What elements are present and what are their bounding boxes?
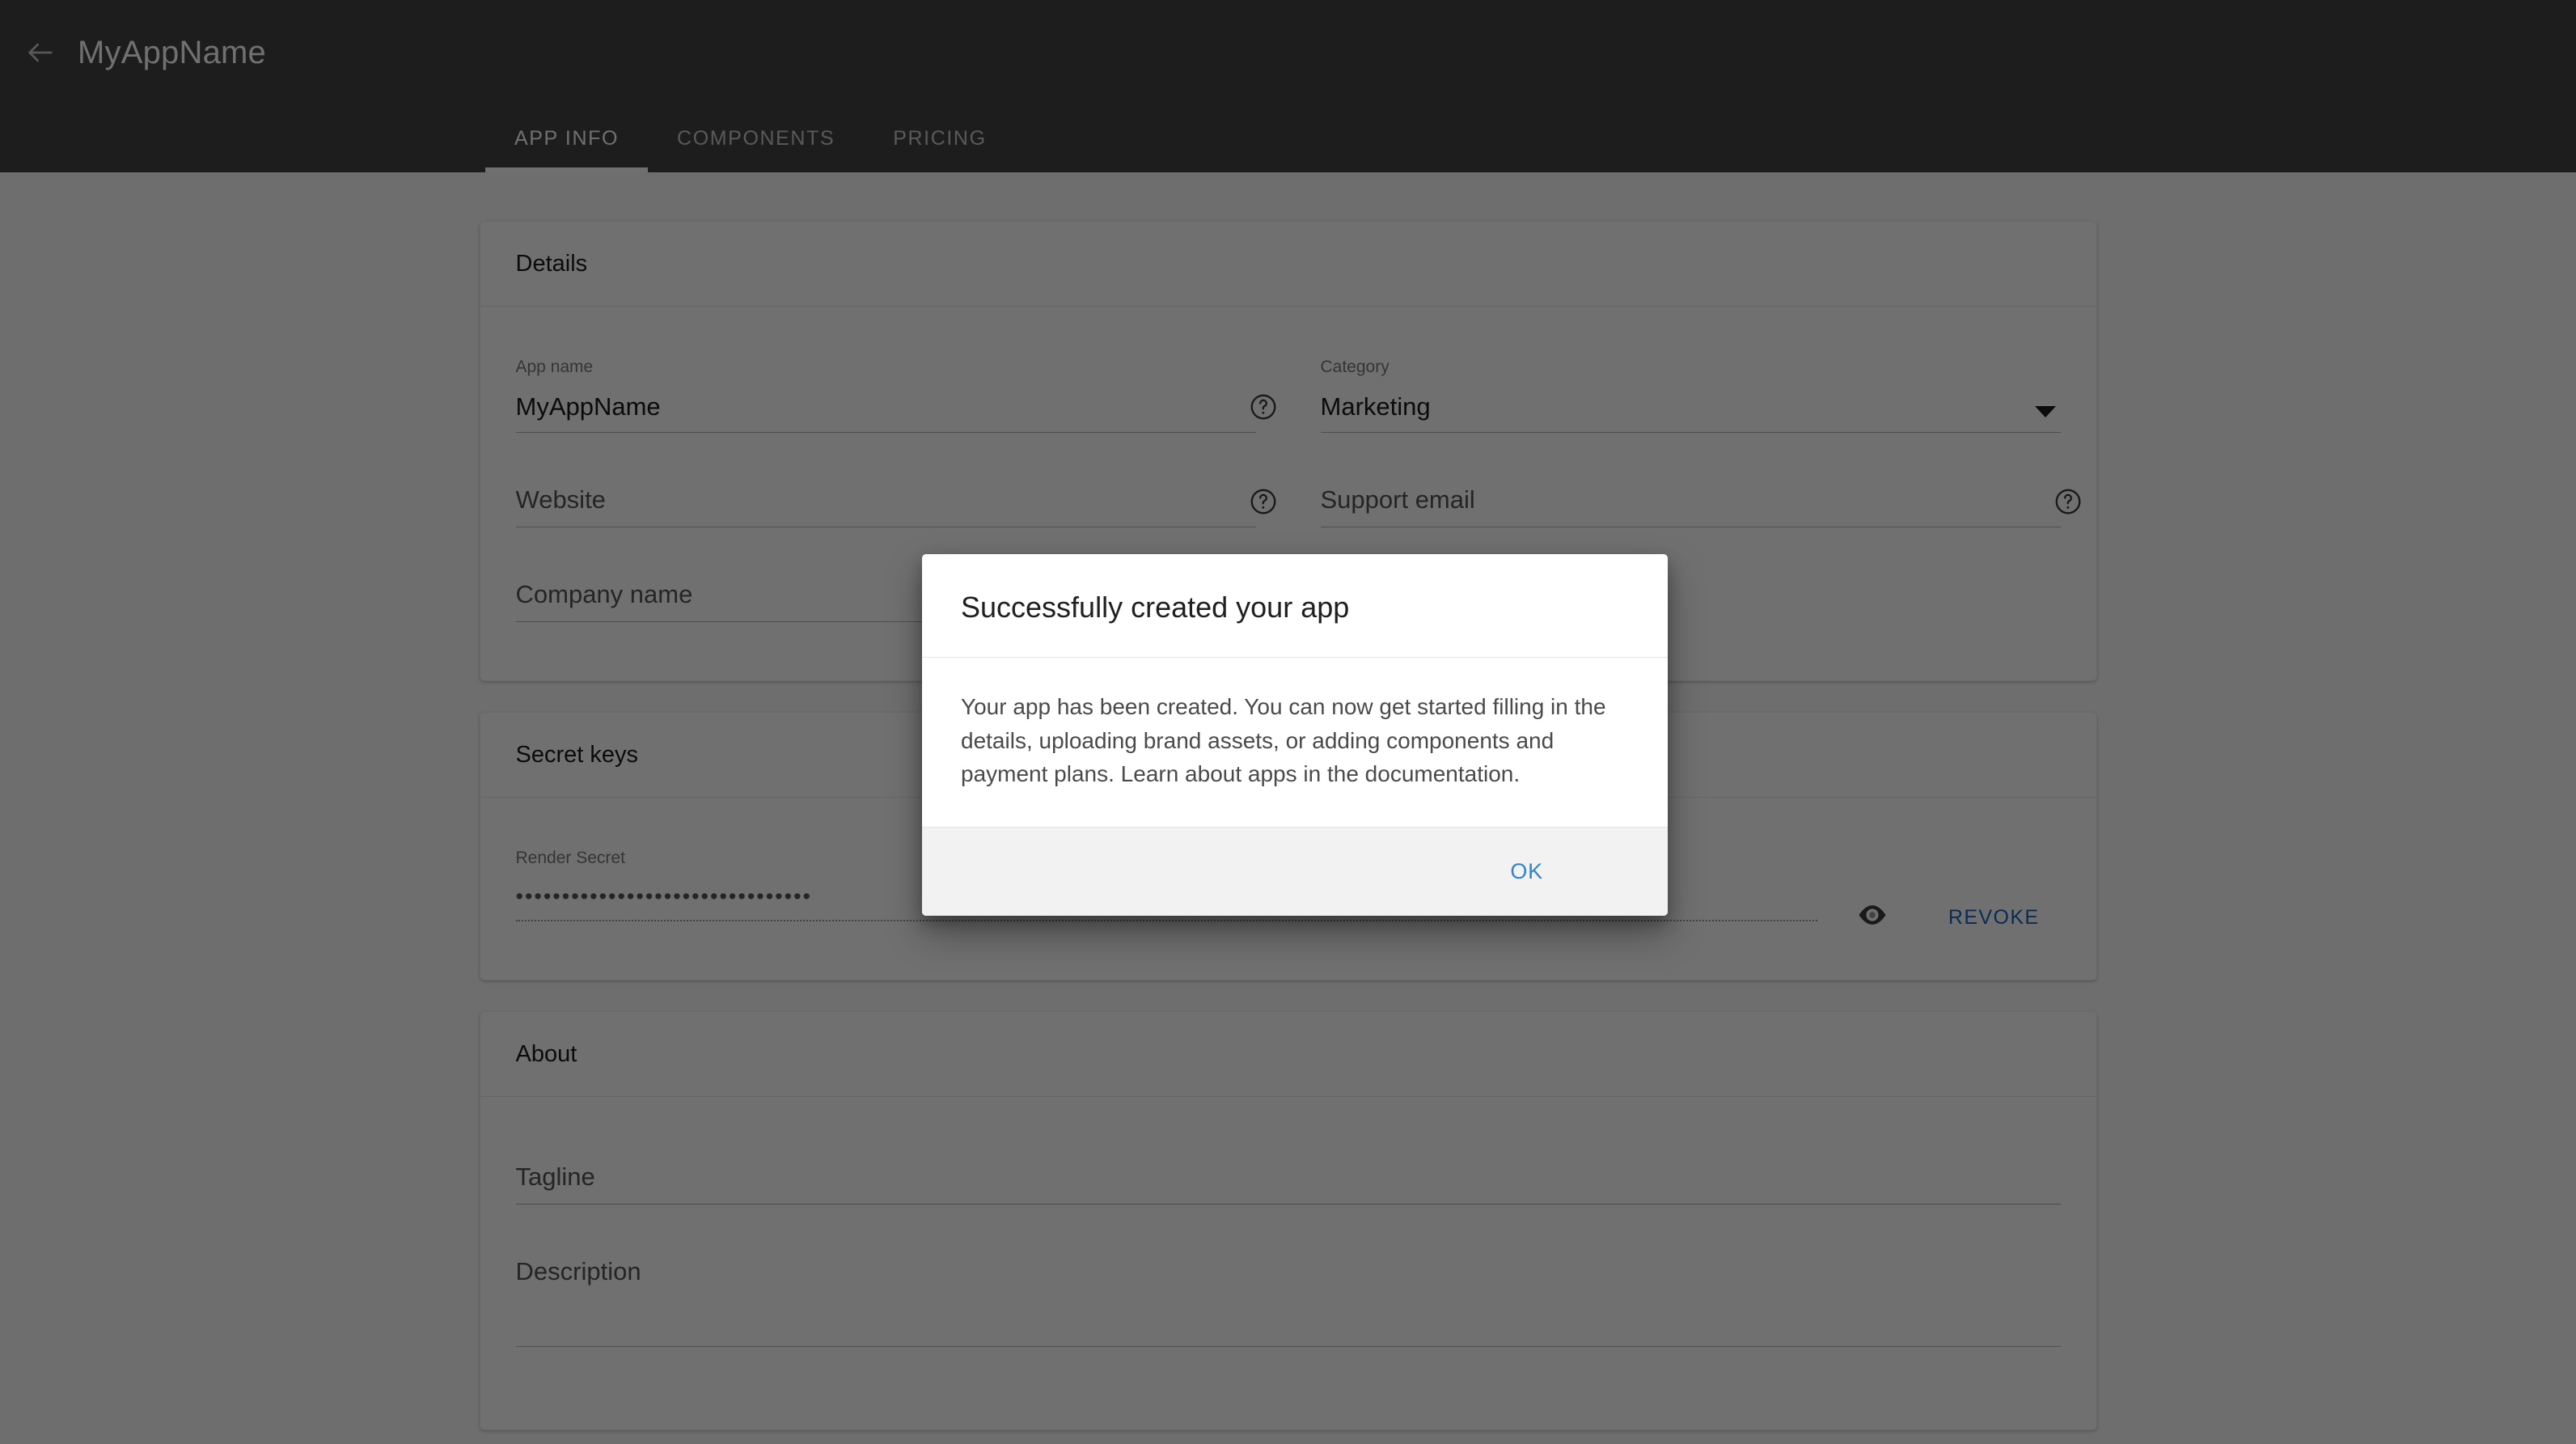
dialog-header: Successfully created your app: [922, 554, 1668, 658]
dialog-message: Your app has been created. You can now g…: [961, 694, 1606, 787]
success-dialog: Successfully created your app Your app h…: [922, 554, 1668, 916]
dialog-body: Your app has been created. You can now g…: [922, 658, 1668, 827]
dialog-footer: OK: [922, 826, 1668, 916]
dialog-title: Successfully created your app: [961, 591, 1350, 624]
ok-button[interactable]: OK: [1491, 846, 1563, 897]
app-root: MyAppName APP INFO COMPONENTS PRICING: [0, 0, 2576, 1444]
